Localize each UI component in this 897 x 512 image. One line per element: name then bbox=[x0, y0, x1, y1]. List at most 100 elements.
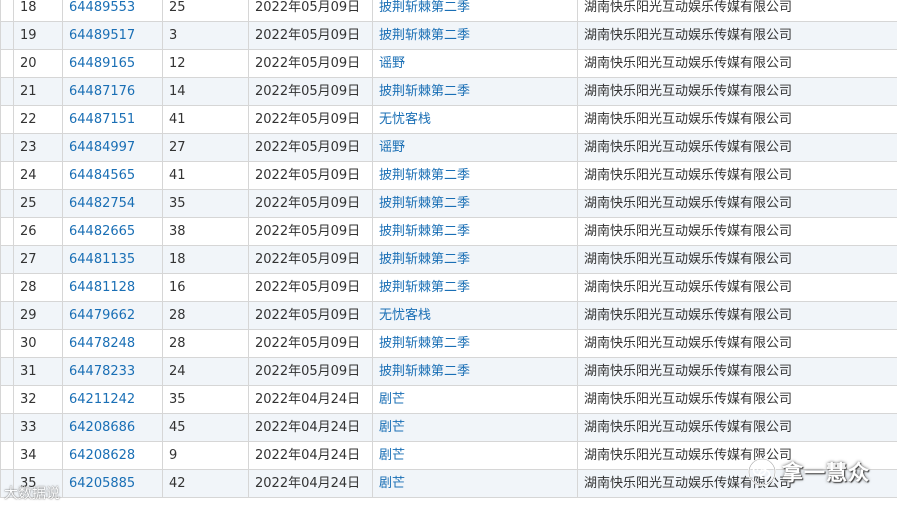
table-row: 21 64487176 14 2022年05月09日 披荆斩棘第二季 湖南快乐阳光互动娱乐… bbox=[0, 77, 897, 106]
cell-application-date: 2022年05月09日 bbox=[248, 0, 373, 22]
cell-class: 38 bbox=[162, 217, 249, 246]
cell-class: 9 bbox=[162, 441, 249, 470]
cell-applicant: 湖南快乐阳光互动娱乐传媒有限公司 bbox=[577, 385, 897, 414]
trademark-name-link[interactable]: 披荆斩棘第二季 bbox=[379, 196, 470, 211]
trademark-name-link[interactable]: 剧芒 bbox=[379, 420, 405, 435]
cell-registration-number: 64208686 bbox=[62, 413, 163, 442]
cell-index: 34 bbox=[13, 441, 63, 470]
cell-index: 35 bbox=[13, 469, 63, 498]
registration-number-link[interactable]: 64489517 bbox=[69, 28, 135, 43]
row-spacer bbox=[0, 77, 14, 106]
registration-number-link[interactable]: 64208686 bbox=[69, 420, 135, 435]
cell-registration-number: 64208628 bbox=[62, 441, 163, 470]
cell-applicant: 湖南快乐阳光互动娱乐传媒有限公司 bbox=[577, 413, 897, 442]
cell-applicant: 湖南快乐阳光互动娱乐传媒有限公司 bbox=[577, 133, 897, 162]
cell-applicant: 湖南快乐阳光互动娱乐传媒有限公司 bbox=[577, 21, 897, 50]
cell-registration-number: 64482665 bbox=[62, 217, 163, 246]
cell-applicant: 湖南快乐阳光互动娱乐传媒有限公司 bbox=[577, 441, 897, 470]
cell-trademark-name: 无忧客栈 bbox=[372, 301, 578, 330]
cell-trademark-name: 披荆斩棘第二季 bbox=[372, 329, 578, 358]
registration-number-link[interactable]: 64208628 bbox=[69, 448, 135, 463]
cell-registration-number: 64487176 bbox=[62, 77, 163, 106]
cell-index: 29 bbox=[13, 301, 63, 330]
registration-number-link[interactable]: 64478248 bbox=[69, 336, 135, 351]
registration-number-link[interactable]: 64484997 bbox=[69, 140, 135, 155]
row-spacer bbox=[0, 105, 14, 134]
registration-number-link[interactable]: 64478233 bbox=[69, 364, 135, 379]
cell-application-date: 2022年05月09日 bbox=[248, 189, 373, 218]
table-row: 22 64487151 41 2022年05月09日 无忧客栈 湖南快乐阳光互动娱乐传媒有… bbox=[0, 105, 897, 134]
cell-registration-number: 64211242 bbox=[62, 385, 163, 414]
cell-registration-number: 64484997 bbox=[62, 133, 163, 162]
registration-number-link[interactable]: 64481135 bbox=[69, 252, 135, 267]
trademark-name-link[interactable]: 剧芒 bbox=[379, 392, 405, 407]
cell-application-date: 2022年05月09日 bbox=[248, 329, 373, 358]
row-spacer bbox=[0, 49, 14, 78]
cell-class: 45 bbox=[162, 413, 249, 442]
cell-trademark-name: 披荆斩棘第二季 bbox=[372, 357, 578, 386]
trademark-name-link[interactable]: 披荆斩棘第二季 bbox=[379, 280, 470, 295]
cell-applicant: 湖南快乐阳光互动娱乐传媒有限公司 bbox=[577, 245, 897, 274]
row-spacer bbox=[0, 0, 14, 22]
cell-application-date: 2022年05月09日 bbox=[248, 49, 373, 78]
cell-registration-number: 64487151 bbox=[62, 105, 163, 134]
table-row: 31 64478233 24 2022年05月09日 披荆斩棘第二季 湖南快乐阳光互动娱乐… bbox=[0, 357, 897, 386]
trademark-name-link[interactable]: 披荆斩棘第二季 bbox=[379, 28, 470, 43]
cell-application-date: 2022年05月09日 bbox=[248, 77, 373, 106]
row-spacer bbox=[0, 217, 14, 246]
cell-class: 12 bbox=[162, 49, 249, 78]
cell-index: 25 bbox=[13, 189, 63, 218]
trademark-name-link[interactable]: 披荆斩棘第二季 bbox=[379, 84, 470, 99]
registration-number-link[interactable]: 64479662 bbox=[69, 308, 135, 323]
trademark-name-link[interactable]: 披荆斩棘第二季 bbox=[379, 224, 470, 239]
registration-number-link[interactable]: 64489553 bbox=[69, 0, 135, 15]
trademark-name-link[interactable]: 披荆斩棘第二季 bbox=[379, 336, 470, 351]
table-row: 19 64489517 3 2022年05月09日 披荆斩棘第二季 湖南快乐阳光互动娱乐传… bbox=[0, 21, 897, 50]
trademark-name-link[interactable]: 披荆斩棘第二季 bbox=[379, 252, 470, 267]
trademark-name-link[interactable]: 无忧客栈 bbox=[379, 112, 431, 127]
trademark-name-link[interactable]: 谣野 bbox=[379, 140, 405, 155]
cell-applicant: 湖南快乐阳光互动娱乐传媒有限公司 bbox=[577, 189, 897, 218]
cell-class: 14 bbox=[162, 77, 249, 106]
cell-class: 18 bbox=[162, 245, 249, 274]
cell-trademark-name: 披荆斩棘第二季 bbox=[372, 161, 578, 190]
registration-number-link[interactable]: 64489165 bbox=[69, 56, 135, 71]
cell-trademark-name: 披荆斩棘第二季 bbox=[372, 189, 578, 218]
trademark-name-link[interactable]: 披荆斩棘第二季 bbox=[379, 364, 470, 379]
cell-index: 20 bbox=[13, 49, 63, 78]
cell-trademark-name: 剧芒 bbox=[372, 413, 578, 442]
cell-application-date: 2022年05月09日 bbox=[248, 21, 373, 50]
trademark-list-page: 18 64489553 25 2022年05月09日 披荆斩棘第二季 湖南快乐阳光互动娱乐… bbox=[0, 0, 897, 512]
trademark-name-link[interactable]: 剧芒 bbox=[379, 476, 405, 491]
registration-number-link[interactable]: 64211242 bbox=[69, 392, 135, 407]
cell-trademark-name: 披荆斩棘第二季 bbox=[372, 217, 578, 246]
registration-number-link[interactable]: 64487151 bbox=[69, 112, 135, 127]
registration-number-link[interactable]: 64205885 bbox=[69, 476, 135, 491]
cell-trademark-name: 谣野 bbox=[372, 133, 578, 162]
cell-index: 21 bbox=[13, 77, 63, 106]
cell-class: 3 bbox=[162, 21, 249, 50]
cell-index: 22 bbox=[13, 105, 63, 134]
cell-trademark-name: 披荆斩棘第二季 bbox=[372, 245, 578, 274]
trademark-name-link[interactable]: 无忧客栈 bbox=[379, 308, 431, 323]
registration-number-link[interactable]: 64487176 bbox=[69, 84, 135, 99]
table-row: 24 64484565 41 2022年05月09日 披荆斩棘第二季 湖南快乐阳光互动娱乐… bbox=[0, 161, 897, 190]
registration-number-link[interactable]: 64481128 bbox=[69, 280, 135, 295]
registration-number-link[interactable]: 64484565 bbox=[69, 168, 135, 183]
cell-registration-number: 64489165 bbox=[62, 49, 163, 78]
registration-number-link[interactable]: 64482754 bbox=[69, 196, 135, 211]
cell-index: 23 bbox=[13, 133, 63, 162]
trademark-name-link[interactable]: 剧芒 bbox=[379, 448, 405, 463]
trademark-name-link[interactable]: 披荆斩棘第二季 bbox=[379, 168, 470, 183]
row-spacer bbox=[0, 245, 14, 274]
table-row: 34 64208628 9 2022年04月24日 剧芒 湖南快乐阳光互动娱乐传媒有限公司 bbox=[0, 441, 897, 470]
cell-class: 24 bbox=[162, 357, 249, 386]
cell-class: 35 bbox=[162, 189, 249, 218]
cell-application-date: 2022年05月09日 bbox=[248, 133, 373, 162]
cell-class: 42 bbox=[162, 469, 249, 498]
trademark-name-link[interactable]: 谣野 bbox=[379, 56, 405, 71]
registration-number-link[interactable]: 64482665 bbox=[69, 224, 135, 239]
table-row: 28 64481128 16 2022年05月09日 披荆斩棘第二季 湖南快乐阳光互动娱乐… bbox=[0, 273, 897, 302]
cell-applicant: 湖南快乐阳光互动娱乐传媒有限公司 bbox=[577, 357, 897, 386]
trademark-name-link[interactable]: 披荆斩棘第二季 bbox=[379, 0, 470, 15]
